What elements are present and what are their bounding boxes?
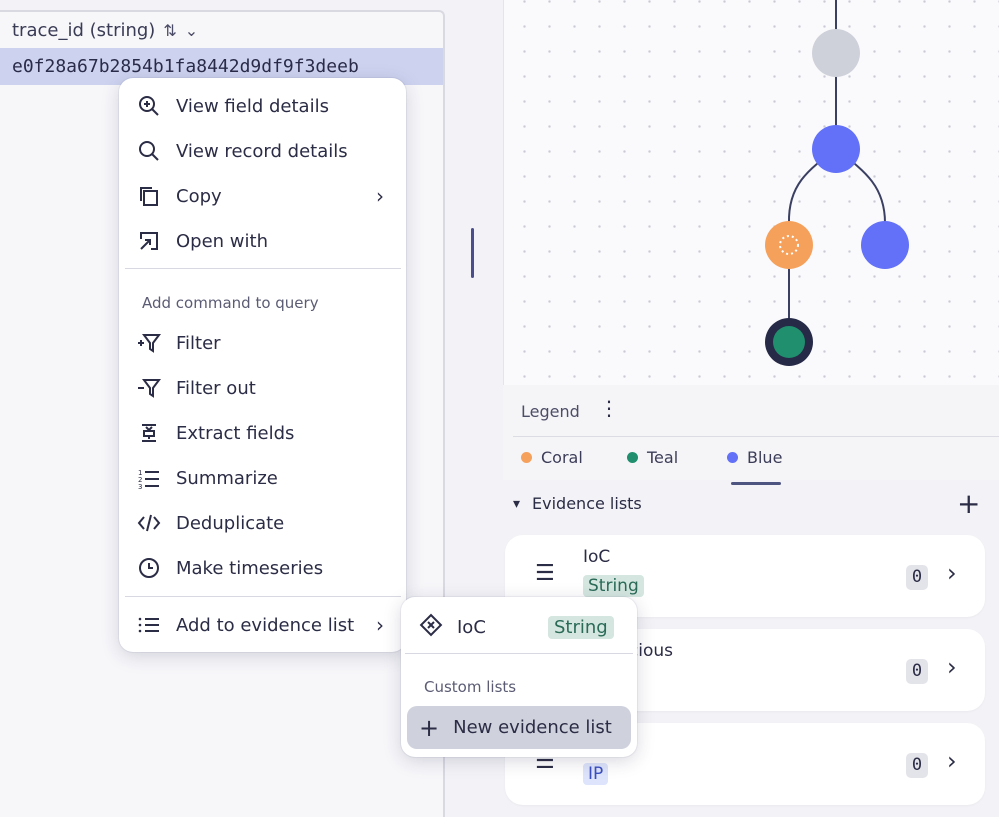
legend-title: Legend bbox=[521, 402, 580, 421]
menu-item-make-timeseries[interactable]: Make timeseries bbox=[119, 548, 406, 588]
legend-item-label: Coral bbox=[541, 448, 583, 467]
more-vertical-icon[interactable]: ⋮ bbox=[599, 398, 619, 418]
menu-item-label: Filter bbox=[176, 332, 221, 354]
new-evidence-list-button[interactable]: + New evidence list bbox=[407, 706, 631, 749]
evidence-lists-header[interactable]: ▾ Evidence lists bbox=[513, 494, 642, 513]
submenu-item-label: New evidence list bbox=[453, 717, 612, 738]
evidence-lists-title: Evidence lists bbox=[532, 494, 642, 513]
legend-item-blue[interactable]: Blue bbox=[727, 448, 782, 467]
column-header[interactable]: trace_id (string) ⇅ ⌄ bbox=[0, 12, 441, 48]
submenu-item-ioc[interactable]: IoC String bbox=[401, 607, 637, 647]
menu-item-label: Filter out bbox=[176, 377, 256, 399]
copy-icon bbox=[136, 183, 162, 209]
menu-item-label: View field details bbox=[176, 95, 329, 117]
clock-icon bbox=[136, 555, 162, 581]
menu-item-filter[interactable]: Filter bbox=[119, 323, 406, 363]
menu-item-add-to-evidence-list[interactable]: Add to evidence list › bbox=[119, 605, 406, 645]
zoom-in-icon bbox=[136, 93, 162, 119]
legend-item-coral[interactable]: Coral bbox=[521, 448, 583, 467]
menu-item-open-with[interactable]: Open with bbox=[119, 221, 406, 261]
menu-divider bbox=[125, 268, 401, 269]
search-icon bbox=[136, 138, 162, 164]
panel-resize-handle[interactable] bbox=[471, 228, 474, 278]
type-tag: String bbox=[583, 575, 644, 597]
chevron-down-icon[interactable]: ▾ bbox=[513, 496, 520, 512]
menu-item-summarize[interactable]: 123 Summarize bbox=[119, 458, 406, 498]
count-badge: 0 bbox=[906, 565, 928, 590]
menu-item-label: View record details bbox=[176, 140, 348, 162]
chevron-right-icon[interactable]: › bbox=[947, 653, 957, 681]
evidence-list-name: IoC bbox=[583, 547, 611, 567]
extract-icon bbox=[136, 420, 162, 446]
graph-node-teal-inner bbox=[773, 326, 805, 358]
graph-node-blue[interactable] bbox=[861, 221, 909, 269]
submenu-item-label: IoC bbox=[457, 616, 486, 638]
menu-item-label: Add to evidence list bbox=[176, 614, 355, 636]
menu-item-label: Copy bbox=[176, 185, 222, 207]
legend-item-label: Blue bbox=[747, 448, 783, 467]
menu-item-label: Extract fields bbox=[176, 422, 295, 444]
menu-section-label: Add command to query bbox=[142, 294, 319, 312]
list-icon: ☰ bbox=[535, 561, 555, 586]
menu-item-extract-fields[interactable]: Extract fields bbox=[119, 413, 406, 453]
graph-node-coral[interactable] bbox=[765, 221, 813, 269]
graph-visualization[interactable] bbox=[503, 0, 999, 385]
graph-node-blue[interactable] bbox=[812, 125, 860, 173]
menu-divider bbox=[405, 653, 633, 654]
menu-item-label: Make timeseries bbox=[176, 557, 324, 579]
menu-section-label: Custom lists bbox=[424, 678, 517, 696]
chevron-right-icon: › bbox=[376, 184, 384, 208]
menu-item-deduplicate[interactable]: Deduplicate bbox=[119, 503, 406, 543]
menu-item-label: Summarize bbox=[176, 467, 278, 489]
open-with-icon bbox=[136, 228, 162, 254]
active-indicator bbox=[731, 482, 781, 485]
chevron-down-icon[interactable]: ⌄ bbox=[185, 21, 198, 40]
type-tag: IP bbox=[583, 763, 609, 785]
chevron-right-icon: › bbox=[376, 613, 384, 637]
column-header-label: trace_id (string) bbox=[12, 19, 156, 41]
add-evidence-list-button[interactable]: + bbox=[957, 490, 980, 518]
list-icon bbox=[136, 612, 162, 638]
teal-dot-icon bbox=[627, 452, 638, 463]
count-badge: 0 bbox=[906, 753, 928, 778]
blue-dot-icon bbox=[727, 452, 738, 463]
count-badge: 0 bbox=[906, 659, 928, 684]
code-icon bbox=[136, 510, 162, 536]
summarize-icon: 123 bbox=[136, 465, 162, 491]
menu-item-label: Deduplicate bbox=[176, 512, 285, 534]
cell-value: e0f28a67b2854b1fa8442d9df9f3deeb bbox=[12, 56, 359, 77]
type-tag: String bbox=[548, 615, 614, 639]
menu-item-copy[interactable]: Copy › bbox=[119, 176, 406, 216]
chevron-right-icon[interactable]: › bbox=[947, 559, 957, 587]
evidence-submenu: IoC String Custom lists + New evidence l… bbox=[401, 597, 637, 757]
menu-item-view-field-details[interactable]: View field details bbox=[119, 86, 406, 126]
sort-icon[interactable]: ⇅ bbox=[163, 21, 176, 40]
ioc-diamond-icon bbox=[419, 613, 443, 642]
plus-icon: + bbox=[419, 713, 440, 742]
filter-remove-icon bbox=[136, 375, 162, 401]
legend-item-label: Teal bbox=[647, 448, 679, 467]
graph-node-gray[interactable] bbox=[812, 29, 860, 77]
svg-text:3: 3 bbox=[138, 483, 142, 489]
menu-item-view-record-details[interactable]: View record details bbox=[119, 131, 406, 171]
legend-item-teal[interactable]: Teal bbox=[627, 448, 678, 467]
coral-dot-icon bbox=[521, 452, 532, 463]
menu-item-label: Open with bbox=[176, 230, 268, 252]
menu-item-filter-out[interactable]: Filter out bbox=[119, 368, 406, 408]
context-menu: View field details View record details C… bbox=[119, 78, 406, 652]
menu-divider bbox=[125, 596, 401, 597]
chevron-right-icon[interactable]: › bbox=[947, 747, 957, 775]
filter-add-icon bbox=[136, 330, 162, 356]
divider bbox=[513, 436, 999, 437]
